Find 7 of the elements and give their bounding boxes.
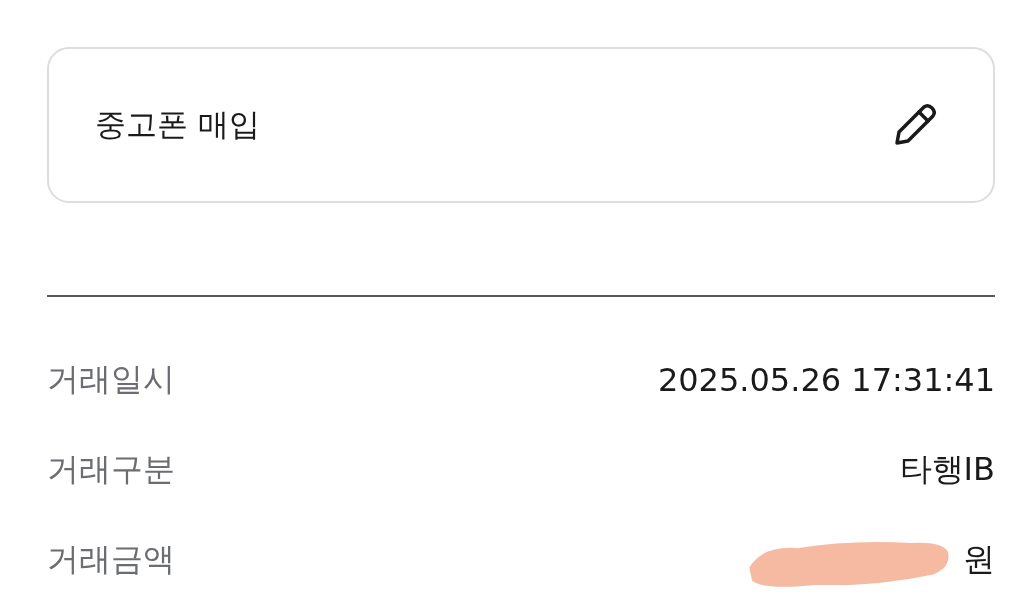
detail-value: 원 (955, 538, 995, 582)
detail-label: 거래구분 (47, 449, 175, 490)
detail-value: 2025.05.26 17:31:41 (656, 361, 995, 399)
detail-value: 타행IB (898, 449, 995, 490)
detail-label: 거래일시 (47, 359, 175, 400)
detail-label: 거래금액 (47, 539, 175, 580)
memo-text: 중고폰 매입 (95, 105, 260, 144)
